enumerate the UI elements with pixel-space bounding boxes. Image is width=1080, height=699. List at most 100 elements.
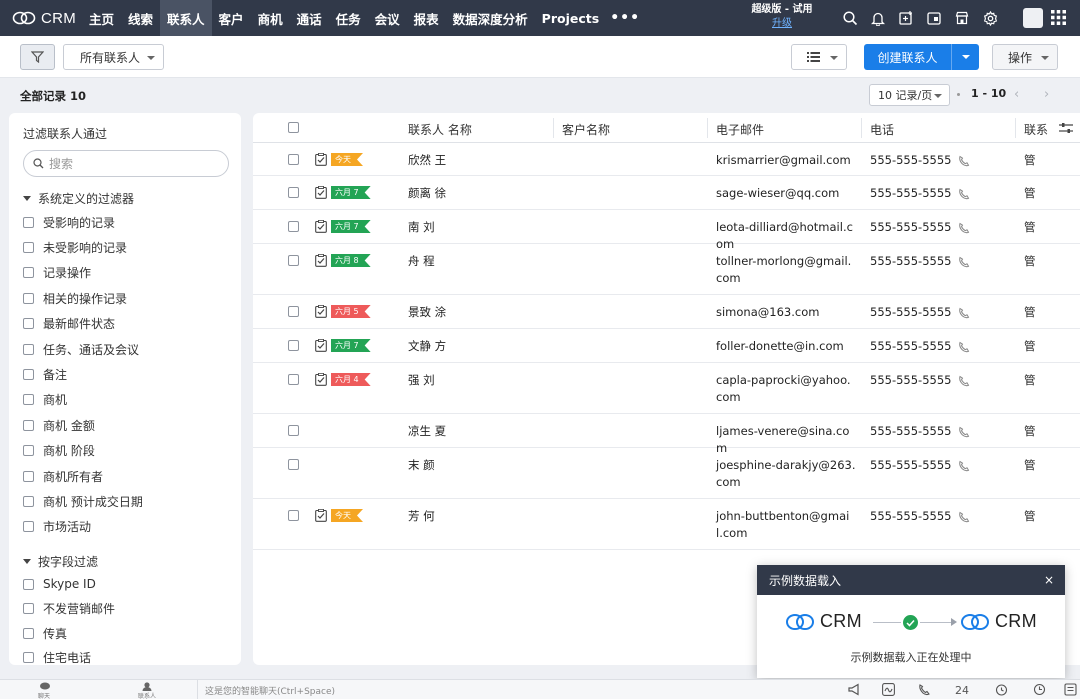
contact-name-link[interactable]: 凉生 夏 [408,423,446,440]
filter-checkbox[interactable] [23,368,34,380]
row-checkbox[interactable] [288,221,299,232]
create-options-dropdown[interactable] [951,44,979,70]
phone-call-icon[interactable] [958,155,970,167]
column-header-contact-name[interactable]: 联系人 名称 [408,121,472,138]
row-checkbox[interactable] [288,425,299,436]
email-cell[interactable]: sage-wieser@qq.com [716,185,856,202]
store-icon[interactable] [948,0,976,36]
filter-checkbox[interactable] [23,318,34,330]
row-checkbox[interactable] [288,154,299,165]
nav-item-6[interactable]: 任务 [329,0,368,36]
system-filter-item[interactable]: 最新邮件状态 [23,315,115,333]
table-row[interactable]: 今天 芳 何 john-buttbenton@gmail.com 555-555-55… [253,499,1080,550]
column-header-account-name[interactable]: 客户名称 [562,121,610,138]
filter-checkbox[interactable] [23,578,34,590]
filter-toggle-button[interactable] [20,44,55,70]
more-modules-button[interactable]: ••• [606,0,644,36]
phone-call-icon[interactable] [958,307,970,319]
contact-name-link[interactable]: 颜离 徐 [408,185,446,202]
nav-item-9[interactable]: 数据深度分析 [446,0,535,36]
contact-name-link[interactable]: 芳 何 [408,508,435,525]
filter-checkbox[interactable] [23,267,34,279]
task-indicator[interactable]: 六月 7 [315,186,371,199]
contact-name-link[interactable]: 欣然 王 [408,152,446,169]
row-checkbox[interactable] [288,340,299,351]
system-filter-item[interactable]: 商机 [23,391,67,409]
table-row[interactable]: 凉生 夏 ljames-venere@sina.com 555-555-5555 管 [253,414,1080,455]
custom-view-dropdown[interactable]: 所有联系人 [63,44,164,70]
records-per-page-dropdown[interactable]: 10 记录/页 [869,84,950,106]
table-row[interactable]: 六月 8 舟 程 tollner-morlong@gmail.com 555-555-… [253,244,1080,295]
filter-search-input[interactable] [49,156,209,171]
contacts-icon[interactable] [141,682,153,691]
system-filter-item[interactable]: 记录操作 [23,264,91,282]
filter-checkbox[interactable] [23,627,34,639]
task-indicator[interactable]: 今天 [315,153,363,166]
view-mode-dropdown[interactable] [791,44,847,70]
user-avatar[interactable] [1023,8,1043,28]
system-filter-item[interactable]: 受影响的记录 [23,213,115,231]
nav-item-0[interactable]: 主页 [82,0,121,36]
smart-chat-input[interactable]: 这是您的智能聊天(Ctrl+Space) [205,684,335,697]
phone-number[interactable]: 555-555-5555 [870,338,951,355]
phone-number[interactable]: 555-555-5555 [870,423,951,440]
email-cell[interactable]: foller-donette@in.com [716,338,856,355]
notes-icon[interactable] [1064,683,1077,696]
table-row[interactable]: 六月 4 强 刘 capla-paprocki@yahoo.com 555-555-5… [253,363,1080,414]
nav-item-10[interactable]: Projects [535,0,607,36]
phone-call-icon[interactable] [958,256,970,268]
filter-checkbox[interactable] [23,445,34,457]
phone-call-icon[interactable] [958,375,970,387]
column-header-owner[interactable]: 联系 [1024,121,1048,138]
signature-icon[interactable] [882,683,895,696]
phone-call-icon[interactable] [958,426,970,438]
phone-number[interactable]: 555-555-5555 [870,457,951,474]
call-log-icon[interactable] [918,683,931,696]
filter-checkbox[interactable] [23,652,34,664]
phone-call-icon[interactable] [958,222,970,234]
contact-name-link[interactable]: 末 颜 [408,457,435,474]
crm-logo[interactable]: CRM [0,0,82,36]
nav-item-3[interactable]: 客户 [212,0,251,36]
phone-number[interactable]: 555-555-5555 [870,152,951,169]
settings-icon[interactable] [976,0,1004,36]
field-filter-item[interactable]: 住宅电话 [23,649,91,665]
contact-name-link[interactable]: 南 刘 [408,219,435,236]
task-indicator[interactable]: 今天 [315,509,363,522]
calendar-icon[interactable] [920,0,948,36]
email-cell[interactable]: capla-paprocki@yahoo.com [716,372,856,406]
field-filter-item[interactable]: 传真 [23,624,67,642]
column-header-email[interactable]: 电子邮件 [716,121,764,138]
contact-name-link[interactable]: 强 刘 [408,372,435,389]
field-filter-item[interactable]: 不发营销邮件 [23,600,115,618]
system-filter-item[interactable]: 未受影响的记录 [23,238,127,256]
phone-number[interactable]: 555-555-5555 [870,185,951,202]
task-indicator[interactable]: 六月 7 [315,339,371,352]
contact-name-link[interactable]: 文静 方 [408,338,446,355]
filter-checkbox[interactable] [23,394,34,406]
filter-checkbox[interactable] [23,241,34,253]
bell-icon[interactable] [864,0,892,36]
prev-page-icon[interactable]: ‹ [1014,87,1019,102]
chat-icon[interactable] [39,682,51,691]
create-contact-button[interactable]: 创建联系人 [864,44,979,70]
email-cell[interactable]: krismarrier@gmail.com [716,152,856,169]
select-all-checkbox[interactable] [288,122,299,133]
task-indicator[interactable]: 六月 4 [315,373,371,386]
filter-search-box[interactable] [23,150,229,177]
next-page-icon[interactable]: › [1044,87,1049,102]
system-filter-item[interactable]: 商机所有者 [23,467,103,485]
system-filter-item[interactable]: 市场活动 [23,518,91,536]
filter-checkbox[interactable] [23,521,34,533]
search-icon[interactable] [836,0,864,36]
system-filters-section[interactable]: 系统定义的过滤器 [23,190,134,207]
system-filter-item[interactable]: 相关的操作记录 [23,289,127,307]
table-row[interactable]: 今天 欣然 王 krismarrier@gmail.com 555-555-5555 管 [253,143,1080,176]
phone-call-icon[interactable] [958,511,970,523]
row-checkbox[interactable] [288,510,299,521]
email-cell[interactable]: tollner-morlong@gmail.com [716,253,856,287]
phone-call-icon[interactable] [958,188,970,200]
filter-checkbox[interactable] [23,216,34,228]
phone-number[interactable]: 555-555-5555 [870,253,951,270]
system-filter-item[interactable]: 任务、通话及会议 [23,340,139,358]
